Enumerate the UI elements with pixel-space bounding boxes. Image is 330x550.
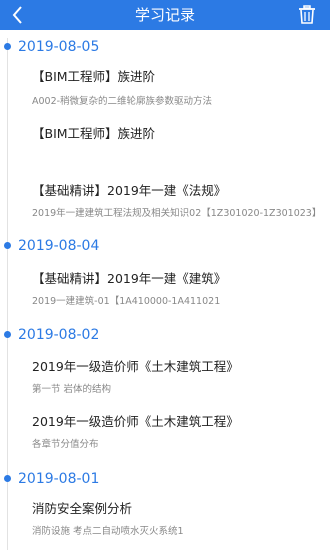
trash-icon bbox=[299, 5, 315, 24]
date-label: 2019-08-04 bbox=[18, 238, 100, 254]
item-title: 【BIM工程师】族进阶 bbox=[32, 69, 156, 84]
page-title: 学习记录 bbox=[134, 6, 195, 24]
item-title: 2019年一级造价师《土木建筑工程》 bbox=[32, 359, 239, 374]
timeline-line bbox=[7, 38, 8, 550]
item-title: 消防安全案例分析 bbox=[32, 501, 133, 516]
top-bar: 学习记录 bbox=[0, 0, 330, 30]
date-label: 2019-08-05 bbox=[18, 39, 100, 55]
history-item[interactable]: 消防安全案例分析 消防设施 考点二自动喷水灭火系统1 bbox=[32, 500, 324, 544]
date-label: 2019-08-01 bbox=[18, 471, 100, 487]
item-title: 【基础精讲】2019年一建《建筑》 bbox=[32, 271, 227, 286]
item-title: 【BIM工程师】族进阶 bbox=[32, 126, 156, 141]
history-item[interactable]: 2019年一级造价师《土木建筑工程》 第一节 岩体的结构 bbox=[32, 358, 324, 402]
date-label: 2019-08-02 bbox=[18, 327, 100, 343]
item-subtitle: 消防设施 考点二自动喷水灭火系统1 bbox=[32, 526, 184, 537]
timeline-dot bbox=[4, 331, 11, 338]
history-item[interactable]: 【基础精讲】2019年一建《建筑》 2019一建建筑-01【1A410000-1… bbox=[32, 270, 324, 314]
history-item[interactable]: 【BIM工程师】族进阶 bbox=[32, 125, 324, 169]
history-item[interactable]: 2019年一级造价师《土木建筑工程》 各章节分值分布 bbox=[32, 413, 324, 457]
history-item[interactable]: 【基础精讲】2019年一建《法规》 2019年一建建筑工程法规及相关知识02【1… bbox=[32, 182, 324, 226]
history-item[interactable]: 【BIM工程师】族进阶 A002-稍微复杂的二维轮廓族参数驱动方法 bbox=[32, 68, 324, 112]
item-subtitle: 2019年一建建筑工程法规及相关知识02【1Z301020-1Z301023】 bbox=[32, 208, 322, 219]
item-subtitle: 2019一建建筑-01【1A410000-1A411021 bbox=[32, 296, 221, 307]
item-subtitle: A002-稍微复杂的二维轮廓族参数驱动方法 bbox=[32, 96, 213, 107]
timeline-dot bbox=[4, 43, 11, 50]
delete-button[interactable] bbox=[298, 5, 316, 25]
item-title: 2019年一级造价师《土木建筑工程》 bbox=[32, 414, 239, 429]
item-subtitle: 第一节 岩体的结构 bbox=[32, 384, 112, 395]
item-subtitle: 各章节分值分布 bbox=[32, 439, 99, 450]
timeline-dot bbox=[4, 242, 11, 249]
item-title: 【基础精讲】2019年一建《法规》 bbox=[32, 183, 227, 198]
timeline-dot bbox=[4, 475, 11, 482]
